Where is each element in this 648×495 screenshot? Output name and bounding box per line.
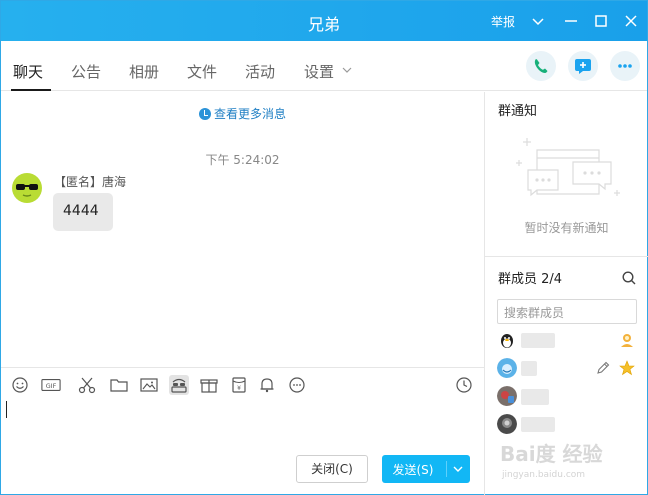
more-options-button[interactable] <box>610 51 640 81</box>
search-icon[interactable] <box>621 270 637 286</box>
close-icon[interactable] <box>621 11 641 31</box>
message-history-clock-icon[interactable] <box>454 375 474 395</box>
chat-window: 兄弟 举报 聊天 公告 相册 文件 活动 设置 查看更多消息 下午 5:24:0… <box>0 0 648 495</box>
svg-text:GIF: GIF <box>46 383 57 390</box>
tab-bar: 聊天 公告 相册 文件 活动 设置 <box>1 41 647 91</box>
active-tab-indicator <box>11 89 51 91</box>
history-clock-icon <box>198 108 211 120</box>
tab-settings-label: 设置 <box>304 63 335 81</box>
group-members-title: 群成员 2/4 <box>498 272 563 287</box>
tab-announcement[interactable]: 公告 <box>71 61 101 82</box>
star-icon <box>619 360 635 376</box>
member-avatar-icon <box>497 386 517 406</box>
member-name-blurred <box>521 333 555 348</box>
no-notice-text: 暂时没有新通知 <box>524 221 609 235</box>
message-input[interactable] <box>1 401 484 451</box>
view-more-messages-link[interactable]: 查看更多消息 <box>1 105 484 122</box>
svg-text:¥: ¥ <box>237 385 241 392</box>
message-timestamp: 下午 5:24:02 <box>205 153 280 167</box>
penguin-avatar-icon <box>497 330 517 350</box>
phone-icon <box>534 59 548 73</box>
svg-text:Bai度 经验: Bai度 经验 <box>500 442 603 466</box>
svg-text:jingyan.baidu.com: jingyan.baidu.com <box>501 470 585 480</box>
sender-name: 【匿名】唐海 <box>54 175 127 189</box>
tab-chat[interactable]: 聊天 <box>13 61 43 82</box>
tab-settings[interactable]: 设置 <box>304 61 353 82</box>
member-name-blurred <box>521 389 549 405</box>
gift-icon[interactable] <box>199 375 219 395</box>
red-packet-icon[interactable]: ¥ <box>229 375 249 395</box>
member-name-blurred <box>521 361 537 376</box>
image-icon[interactable] <box>139 375 159 395</box>
send-button-divider <box>446 461 447 477</box>
gif-icon[interactable]: GIF <box>41 375 63 395</box>
anonymous-sunglasses-icon <box>16 184 38 197</box>
close-button[interactable]: 关闭(C) <box>296 455 368 483</box>
dropdown-chevron-icon[interactable] <box>528 11 548 31</box>
folder-icon[interactable] <box>109 375 129 395</box>
text-cursor <box>6 401 7 418</box>
message-bubble[interactable]: 4444 <box>53 193 113 231</box>
tab-files[interactable]: 文件 <box>187 61 217 82</box>
add-app-button[interactable] <box>568 51 598 81</box>
voice-call-button[interactable] <box>526 51 556 81</box>
member-name-blurred <box>521 417 555 432</box>
minimize-icon[interactable] <box>561 11 581 31</box>
group-notice-title: 群通知 <box>498 104 538 119</box>
owner-badge-icon <box>621 334 633 347</box>
emoji-icon[interactable] <box>10 375 30 395</box>
view-more-messages-label: 查看更多消息 <box>213 107 286 121</box>
more-tools-icon[interactable] <box>287 375 307 395</box>
input-toolbar: GIF ¥ <box>1 367 484 401</box>
member-search-input[interactable]: 搜索群成员 <box>497 299 637 324</box>
more-dots-icon <box>618 64 632 68</box>
tab-activity[interactable]: 活动 <box>245 61 275 82</box>
maximize-icon[interactable] <box>591 11 611 31</box>
edit-pencil-icon[interactable] <box>595 360 611 376</box>
report-link[interactable]: 举报 <box>491 13 515 30</box>
baidu-jingyan-watermark: Bai度 经验 jingyan.baidu.com <box>500 442 603 480</box>
empty-notice-illustration-icon <box>516 138 620 197</box>
member-item[interactable] <box>497 386 637 412</box>
screenshot-scissors-icon[interactable] <box>77 375 97 395</box>
bell-icon[interactable] <box>257 375 277 395</box>
member-avatar-icon <box>497 358 517 378</box>
sender-avatar[interactable] <box>12 173 42 203</box>
message-area: 查看更多消息 下午 5:24:02 【匿名】唐海 4444 <box>1 92 484 367</box>
sidebar-divider <box>485 256 648 257</box>
window-title: 兄弟 <box>307 15 340 34</box>
tab-album[interactable]: 相册 <box>129 61 159 82</box>
member-item[interactable] <box>497 330 637 356</box>
send-button-label: 发送(S) <box>392 463 434 477</box>
chevron-down-icon <box>342 67 352 73</box>
title-bar: 兄弟 举报 <box>1 1 647 41</box>
send-options-chevron-icon[interactable] <box>451 461 465 477</box>
send-button[interactable]: 发送(S) <box>382 455 470 483</box>
chat-add-icon <box>575 59 591 74</box>
member-item[interactable] <box>497 358 637 384</box>
right-sidebar: 群通知 暂时没有新通知 群成员 2/4 搜索群成员 <box>484 92 648 495</box>
anonymous-chat-icon[interactable] <box>169 375 189 395</box>
member-avatar-icon <box>497 414 517 434</box>
